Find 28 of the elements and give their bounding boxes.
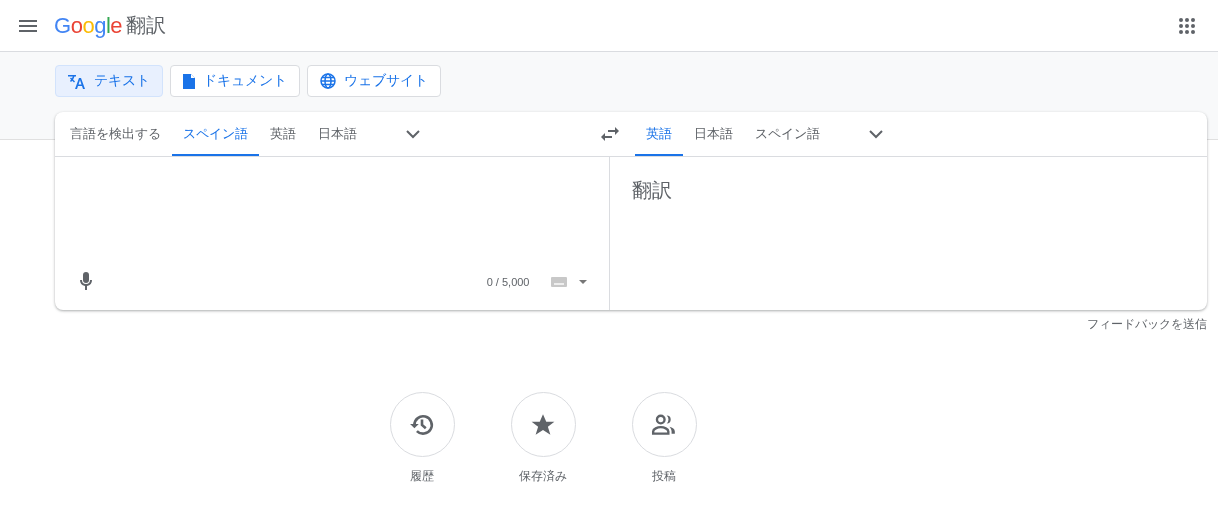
mode-tab[interactable]: テキスト: [55, 65, 163, 97]
google-logo[interactable]: Google: [54, 12, 122, 39]
caret-icon[interactable]: [578, 279, 587, 284]
menu-icon[interactable]: [19, 19, 37, 32]
app-title: 翻訳: [126, 13, 166, 38]
mode-tab[interactable]: ウェブサイト: [307, 65, 441, 97]
shortcut-label: 履歴: [410, 468, 434, 485]
language-tab[interactable]: 言語を検出する: [59, 112, 172, 156]
language-tab[interactable]: 英語: [259, 112, 307, 156]
language-tab[interactable]: 日本語: [307, 112, 368, 156]
document-icon: [183, 73, 195, 89]
mode-tab[interactable]: ドキュメント: [170, 65, 300, 97]
translation-field: 翻訳: [609, 157, 1207, 310]
microphone-icon[interactable]: [79, 272, 93, 291]
language-tab[interactable]: スペイン語: [744, 112, 831, 156]
feedback-link[interactable]: フィードバックを送信: [1087, 317, 1207, 332]
chevron-down-icon[interactable]: [869, 129, 883, 139]
chevron-down-icon[interactable]: [406, 129, 420, 139]
shortcut-label: 保存済み: [519, 468, 567, 485]
swap-languages-icon[interactable]: [601, 127, 619, 141]
language-tab[interactable]: 日本語: [683, 112, 744, 156]
globe-icon: [320, 73, 336, 89]
shortcut-label: 投稿: [652, 468, 676, 485]
language-tab[interactable]: スペイン語: [172, 112, 259, 156]
translate-icon: [68, 73, 86, 89]
apps-grid-icon[interactable]: [1179, 17, 1195, 34]
language-tab[interactable]: 英語: [635, 112, 683, 156]
character-counter: 0 / 5,000: [486, 275, 530, 288]
